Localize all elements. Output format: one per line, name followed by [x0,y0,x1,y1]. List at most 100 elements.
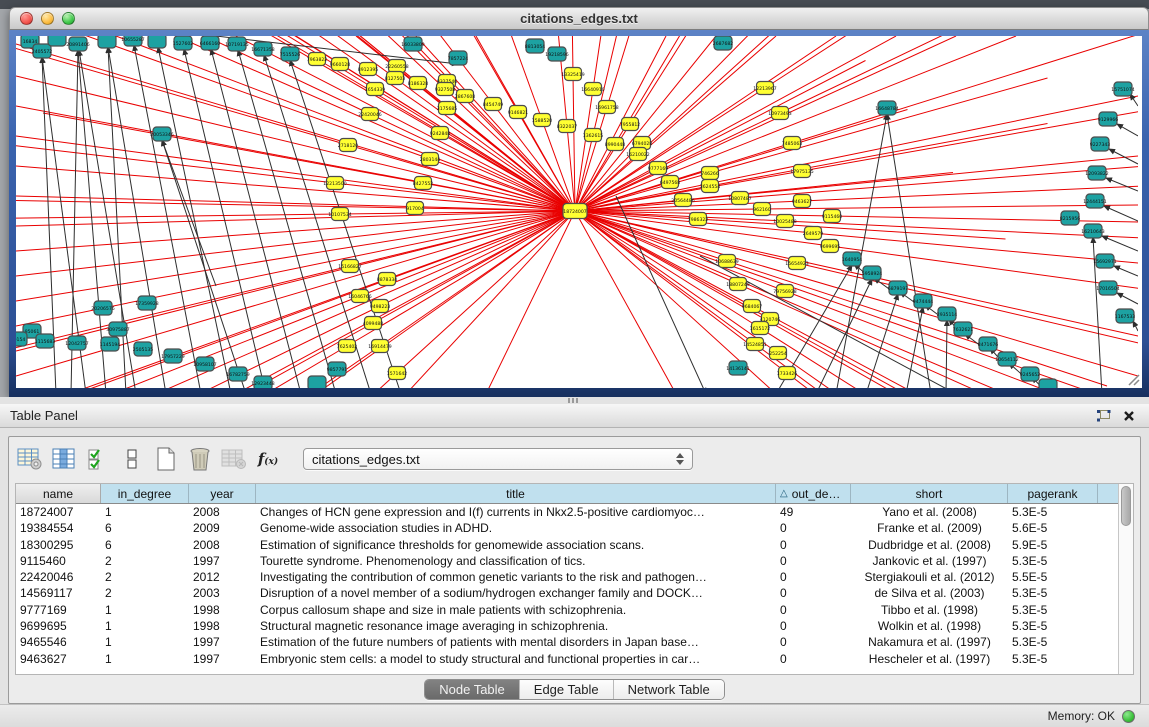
tab-node-table[interactable]: Node Table [425,680,520,699]
table-cell[interactable]: Genome-wide association studies in ADHD. [256,520,776,536]
tab-network-table[interactable]: Network Table [614,680,724,699]
table-cell[interactable]: Hescheler et al. (1997) [851,651,1008,667]
graph-node[interactable] [48,36,66,46]
column-header-title[interactable]: title [256,484,776,503]
column-header-year[interactable]: year [189,484,256,503]
table-cell[interactable]: Structural magnetic resonance image aver… [256,618,776,634]
table-cell[interactable]: Tourette syndrome. Phenomenology and cla… [256,553,776,569]
table-cell[interactable]: 18724007 [16,504,101,520]
table-vertical-scrollbar[interactable] [1118,484,1133,674]
float-panel-icon[interactable] [1093,407,1113,425]
table-cell[interactable]: 2003 [189,585,256,601]
network-window-titlebar[interactable]: citations_edges.txt [9,7,1149,30]
table-cell[interactable]: 2 [101,569,189,585]
table-cell[interactable]: Stergiakouli et al. (2012) [851,569,1008,585]
function-builder-button[interactable]: f(x) [253,444,283,474]
table-header-row[interactable]: namein_degreeyeartitle△out_de…shortpager… [16,484,1118,504]
table-cell[interactable]: Yano et al. (2008) [851,504,1008,520]
splitter-grip-icon[interactable] [568,398,578,403]
row-height-button[interactable] [117,444,147,474]
table-cell[interactable]: Wolkin et al. (1998) [851,618,1008,634]
table-cell[interactable]: 5.9E-5 [1008,537,1098,553]
table-cell[interactable]: Dudbridge et al. (2008) [851,537,1008,553]
resize-grip-icon[interactable] [1126,372,1140,386]
table-cell[interactable]: 0 [776,651,851,667]
table-cell[interactable]: Franke et al. (2009) [851,520,1008,536]
select-rows-button[interactable] [83,444,113,474]
delete-button[interactable] [185,444,215,474]
table-cell[interactable]: 1 [101,651,189,667]
table-cell[interactable]: Embryonic stem cells: a model to study s… [256,651,776,667]
network-canvas[interactable]: 1683424055722089140610655287152760264661… [16,36,1142,388]
table-cell[interactable]: 5.3E-5 [1008,585,1098,601]
table-cell[interactable]: Changes of HCN gene expression and I(f) … [256,504,776,520]
table-cell[interactable]: 1997 [189,651,256,667]
table-cell[interactable]: 2 [101,585,189,601]
table-selector-dropdown[interactable]: citations_edges.txt [303,448,693,470]
table-cell[interactable]: 5.3E-5 [1008,634,1098,650]
table-cell[interactable]: 6 [101,537,189,553]
table-cell[interactable]: 1 [101,504,189,520]
table-cell[interactable]: Nakamura et al. (1997) [851,634,1008,650]
table-cell[interactable]: 19384554 [16,520,101,536]
table-cell[interactable]: 5.6E-5 [1008,520,1098,536]
table-cell[interactable]: 0 [776,553,851,569]
table-cell[interactable]: 49 [776,504,851,520]
tab-edge-table[interactable]: Edge Table [520,680,614,699]
table-cell[interactable]: 9465546 [16,634,101,650]
delete-table-button[interactable] [219,444,249,474]
table-cell[interactable]: 9699695 [16,618,101,634]
table-cell[interactable]: 9777169 [16,602,101,618]
table-cell[interactable]: 5.3E-5 [1008,602,1098,618]
table-cell[interactable]: 0 [776,602,851,618]
table-row[interactable]: 1830029562008Estimation of significance … [16,537,1118,553]
table-cell[interactable]: 1997 [189,634,256,650]
table-cell[interactable]: Investigating the contribution of common… [256,569,776,585]
table-cell[interactable]: 0 [776,569,851,585]
graph-node[interactable] [308,376,326,388]
table-cell[interactable]: Disruption of a novel member of a sodium… [256,585,776,601]
panel-splitter[interactable] [0,397,1149,404]
table-cell[interactable]: 9115460 [16,553,101,569]
graph-node[interactable] [1039,379,1057,388]
table-cell[interactable]: 2009 [189,520,256,536]
table-cell[interactable]: 5.3E-5 [1008,651,1098,667]
column-header-short[interactable]: short [851,484,1008,503]
table-cell[interactable]: 1997 [189,553,256,569]
new-document-button[interactable] [151,444,181,474]
table-cell[interactable]: 6 [101,520,189,536]
table-row[interactable]: 2242004622012Investigating the contribut… [16,569,1118,585]
table-cell[interactable]: 18300295 [16,537,101,553]
table-cell[interactable]: 1998 [189,618,256,634]
column-header-outde[interactable]: △out_de… [776,484,851,503]
table-settings-button[interactable] [15,444,45,474]
table-cell[interactable]: 1 [101,634,189,650]
table-cell[interactable]: 2012 [189,569,256,585]
table-row[interactable]: 911546021997Tourette syndrome. Phenomeno… [16,553,1118,569]
table-cell[interactable]: 0 [776,618,851,634]
table-cell[interactable]: 5.3E-5 [1008,504,1098,520]
table-cell[interactable]: 2008 [189,537,256,553]
table-cell[interactable]: 0 [776,537,851,553]
table-cell[interactable]: 0 [776,585,851,601]
graph-node[interactable] [98,36,116,48]
table-row[interactable]: 1872400712008Changes of HCN gene express… [16,504,1118,520]
table-cell[interactable]: Jankovic et al. (1997) [851,553,1008,569]
table-cell[interactable]: 1998 [189,602,256,618]
table-cell[interactable]: 2 [101,553,189,569]
table-cell[interactable]: 5.5E-5 [1008,569,1098,585]
table-cell[interactable]: Tibbo et al. (1998) [851,602,1008,618]
show-column-button[interactable] [49,444,79,474]
table-cell[interactable]: 22420046 [16,569,101,585]
table-row[interactable]: 946554611997Estimation of the future num… [16,634,1118,650]
table-row[interactable]: 977716911998Corpus callosum shape and si… [16,602,1118,618]
memory-status-icon[interactable] [1122,710,1135,723]
table-cell[interactable]: 0 [776,634,851,650]
table-cell[interactable]: Estimation of the future numbers of pati… [256,634,776,650]
table-row[interactable]: 1456911722003Disruption of a novel membe… [16,585,1118,601]
column-header-indegree[interactable]: in_degree [101,484,189,503]
table-cell[interactable]: 1 [101,602,189,618]
table-cell[interactable]: 9463627 [16,651,101,667]
table-cell[interactable]: 14569117 [16,585,101,601]
column-header-pagerank[interactable]: pagerank [1008,484,1098,503]
